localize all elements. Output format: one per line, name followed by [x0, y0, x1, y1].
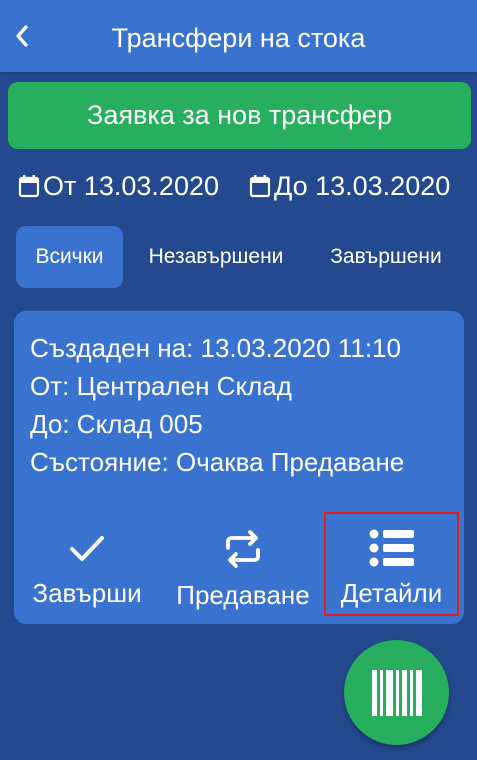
date-from-label: От 13.03.2020 [43, 170, 220, 201]
date-to-filter[interactable]: До 13.03.2020 [249, 168, 450, 204]
tab-complete[interactable]: Завършени [314, 226, 458, 288]
source-warehouse: От: Централен Склад [30, 371, 292, 401]
complete-label: Завърши [32, 578, 142, 608]
transfer-card: Създаден на: 13.03.2020 11:10 От: Центра… [14, 311, 464, 624]
created-date: Създаден на: 13.03.2020 11:10 [30, 333, 401, 363]
list-icon [369, 529, 414, 567]
complete-button[interactable]: Завърши [20, 514, 154, 614]
swap-arrows-icon [226, 530, 260, 568]
handover-label: Предаване [176, 580, 310, 610]
new-transfer-button[interactable]: Заявка за нов трансфер [8, 82, 471, 149]
scan-barcode-button[interactable] [344, 640, 449, 745]
details-label: Детайли [340, 578, 443, 608]
calendar-icon [18, 175, 40, 198]
app-header: Трансфери на стока [0, 0, 477, 72]
page-title: Трансфери на стока [111, 23, 366, 53]
calendar-icon [249, 175, 271, 198]
date-to-label: До 13.03.2020 [274, 170, 451, 201]
date-from-filter[interactable]: От 13.03.2020 [18, 168, 219, 204]
tab-all[interactable]: Всички [16, 226, 123, 288]
tab-incomplete[interactable]: Незавършени [134, 226, 298, 288]
handover-button[interactable]: Предаване [164, 514, 322, 614]
transfer-status: Състояние: Очаква Предаване [30, 447, 405, 477]
barcode-icon [371, 669, 422, 716]
details-button[interactable]: Детайли [324, 512, 459, 616]
destination-warehouse: До: Склад 005 [30, 409, 203, 439]
checkmark-icon [70, 536, 104, 561]
